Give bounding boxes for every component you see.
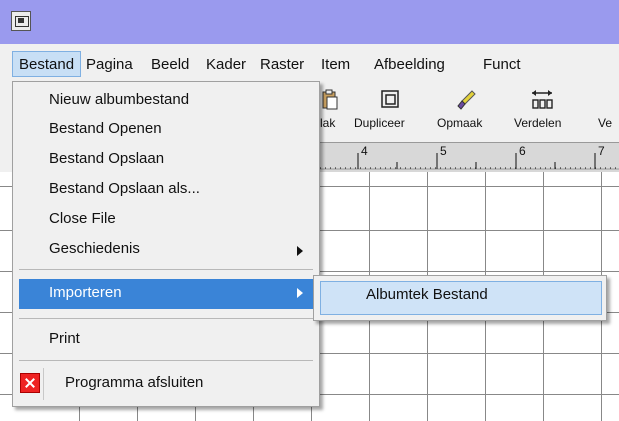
menu-import[interactable]: Importeren xyxy=(49,284,122,301)
menu-functies[interactable]: Funct xyxy=(483,56,521,73)
import-submenu: Albumtek Bestand xyxy=(313,275,607,321)
menu-exit-program[interactable]: Programma afsluiten xyxy=(65,374,203,391)
exit-icon xyxy=(20,373,40,393)
toolbar-next-label[interactable]: Ve xyxy=(598,116,612,130)
app-icon[interactable] xyxy=(11,11,31,31)
menu-bestand[interactable]: Bestand xyxy=(12,51,82,77)
duplicate-icon[interactable] xyxy=(381,89,401,111)
menu-pagina[interactable]: Pagina xyxy=(86,56,133,73)
menu-print[interactable]: Print xyxy=(49,330,80,347)
import-chevron-right-icon xyxy=(297,288,303,298)
toolbar-paste-label[interactable]: lak xyxy=(320,116,335,130)
ruler-number: 5 xyxy=(440,144,447,158)
distribute-icon[interactable] xyxy=(530,89,554,111)
toolbar-duplicate-label[interactable]: Dupliceer xyxy=(354,116,405,130)
file-menu-dropdown: Nieuw albumbestand Bestand Openen Bestan… xyxy=(12,81,320,407)
menu-history[interactable]: Geschiedenis xyxy=(49,240,140,257)
toolbar: lak Dupliceer Opmaak Verdelen Ve xyxy=(320,82,619,142)
menu-separator xyxy=(19,360,313,361)
menu-separator xyxy=(19,269,313,270)
submenu-albumtek-file[interactable]: Albumtek Bestand xyxy=(366,286,488,303)
menu-beeld[interactable]: Beeld xyxy=(151,56,189,73)
ruler-number: 7 xyxy=(598,144,605,158)
toolbar-format-label[interactable]: Opmaak xyxy=(437,116,482,130)
menu-icon-column-divider xyxy=(43,368,44,400)
toolbar-distribute-label[interactable]: Verdelen xyxy=(514,116,561,130)
format-brush-icon[interactable] xyxy=(455,89,477,111)
title-bar xyxy=(0,0,619,44)
menu-kader[interactable]: Kader xyxy=(206,56,246,73)
menu-close-file[interactable]: Close File xyxy=(49,210,116,227)
menu-new-album[interactable]: Nieuw albumbestand xyxy=(49,91,189,108)
ruler-number: 6 xyxy=(519,144,526,158)
horizontal-ruler: 4 5 6 7 xyxy=(320,142,619,173)
menu-item[interactable]: Item xyxy=(321,56,350,73)
menu-save-as[interactable]: Bestand Opslaan als... xyxy=(49,180,200,197)
paste-icon[interactable] xyxy=(322,89,338,111)
menu-separator xyxy=(19,318,313,319)
history-chevron-right-icon xyxy=(297,246,303,256)
menu-raster[interactable]: Raster xyxy=(260,56,304,73)
ruler-number: 4 xyxy=(361,144,368,158)
menu-open-file[interactable]: Bestand Openen xyxy=(49,120,162,137)
menu-bar: Bestand Pagina Beeld Kader Raster Item A… xyxy=(0,49,619,81)
menu-afbeelding[interactable]: Afbeelding xyxy=(374,56,445,73)
menu-save-file[interactable]: Bestand Opslaan xyxy=(49,150,164,167)
